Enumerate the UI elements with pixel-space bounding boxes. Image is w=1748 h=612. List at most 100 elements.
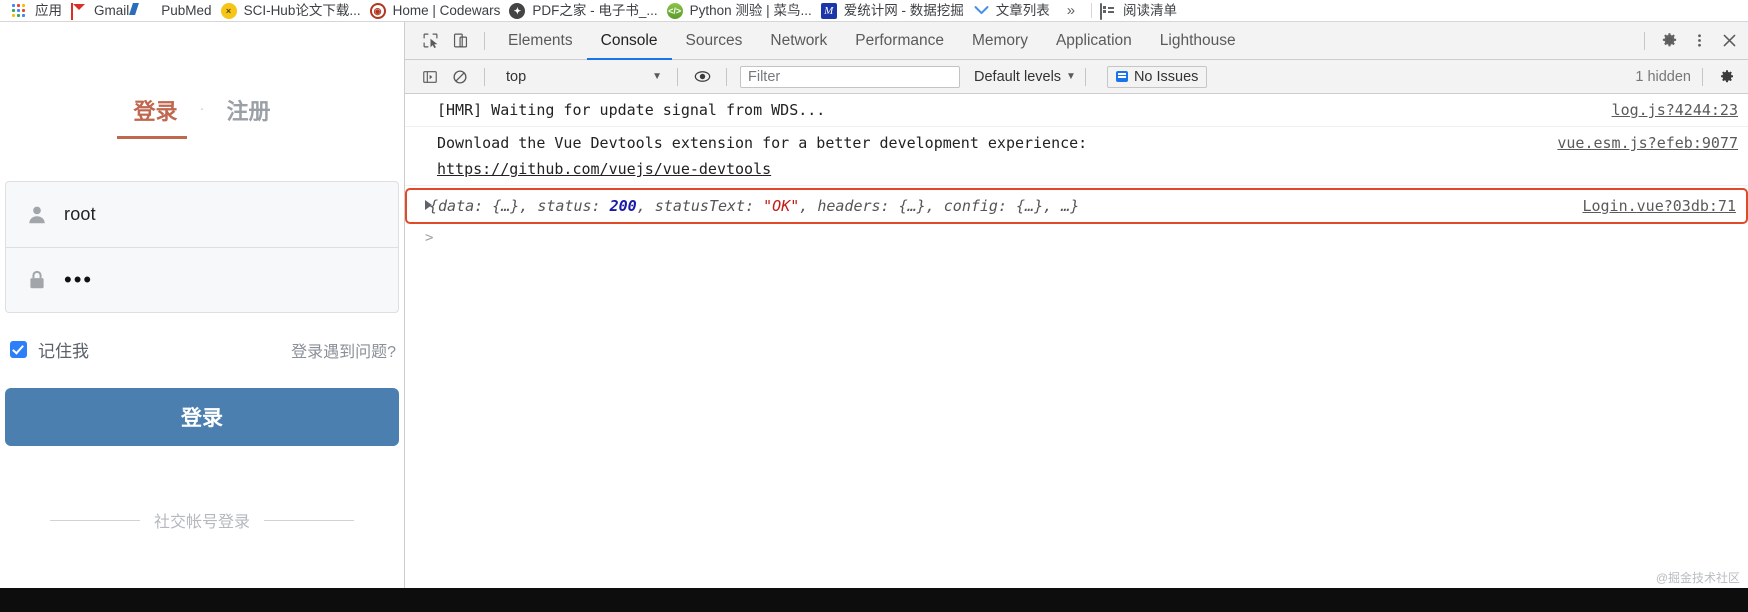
- tab-network[interactable]: Network: [756, 22, 841, 59]
- username-value: root: [64, 204, 96, 224]
- gmail-icon: [71, 2, 88, 20]
- console-sidebar-icon[interactable]: [415, 63, 445, 91]
- pubmed-icon: [138, 2, 155, 19]
- tab-lighthouse[interactable]: Lighthouse: [1146, 22, 1250, 59]
- bookmark-bar: 应用 Gmail PubMed × SCI-Hub论文下载... ◉ Home …: [0, 0, 1748, 22]
- console-message-source[interactable]: Login.vue?03db:71: [1582, 193, 1736, 219]
- console-message-link[interactable]: https://github.com/vuejs/vue-devtools: [437, 160, 771, 178]
- remember-me-group[interactable]: 记住我: [10, 337, 89, 362]
- execution-context-select[interactable]: top ▼: [498, 66, 668, 88]
- issues-label: No Issues: [1133, 68, 1199, 85]
- console-object-message-row[interactable]: {data: {…}, status: 200, statusText: "OK…: [405, 188, 1748, 224]
- filterbar-divider-5: [1702, 67, 1703, 86]
- console-filter-bar: top ▼ Default levels ▼ No Issues: [405, 60, 1748, 94]
- console-settings-gear-icon[interactable]: [1712, 63, 1742, 91]
- active-tab-underline: [117, 136, 187, 139]
- bookmark-gmail[interactable]: Gmail: [69, 1, 136, 21]
- bookmark-overflow-button[interactable]: »: [1057, 2, 1085, 19]
- bookmark-statistics[interactable]: M 爱统计网 - 数据挖掘: [819, 1, 971, 21]
- bottom-black-bar: [0, 588, 1748, 612]
- bookmark-article-list[interactable]: 文章列表: [971, 1, 1057, 21]
- tab-console[interactable]: Console: [586, 22, 672, 60]
- tab-elements[interactable]: Elements: [494, 22, 587, 59]
- clear-console-icon[interactable]: [445, 63, 475, 91]
- credentials-group: root •••: [5, 181, 399, 313]
- console-message-row[interactable]: [HMR] Waiting for update signal from WDS…: [405, 94, 1748, 127]
- tab-register[interactable]: 注册: [205, 94, 293, 126]
- tab-memory[interactable]: Memory: [958, 22, 1042, 59]
- python-icon: </>: [666, 2, 684, 19]
- chevron-down-icon: [973, 2, 990, 19]
- bookmark-label: 爱统计网 - 数据挖掘: [843, 2, 964, 18]
- divider-line-right: [264, 519, 354, 521]
- devtools-panel: Elements Console Sources Network Perform…: [404, 22, 1748, 588]
- object-suffix: , headers: {…}, config: {…}, …}: [799, 197, 1080, 215]
- bookmark-apps[interactable]: 应用: [10, 1, 69, 21]
- login-submit-button[interactable]: 登录: [5, 388, 399, 446]
- apps-grid-icon: [12, 2, 29, 19]
- filterbar-divider-3: [726, 67, 727, 86]
- object-prefix: {data: {…}, status:: [429, 197, 610, 215]
- codewars-icon: ◉: [369, 2, 387, 19]
- issues-icon: [1115, 71, 1128, 82]
- bookmark-python[interactable]: </> Python 测验 | 菜鸟...: [665, 1, 819, 21]
- inspect-element-icon[interactable]: [415, 27, 445, 55]
- object-status-number: 200: [609, 197, 637, 215]
- reading-list-button[interactable]: 阅读清单: [1098, 1, 1184, 21]
- password-field-row[interactable]: •••: [6, 247, 398, 312]
- console-prompt-row[interactable]: >: [405, 224, 1748, 248]
- live-expression-icon[interactable]: [687, 63, 717, 91]
- tab-performance[interactable]: Performance: [841, 22, 958, 59]
- bookmark-divider: [1091, 3, 1093, 18]
- tab-application[interactable]: Application: [1042, 22, 1146, 59]
- divider-line-left: [49, 519, 140, 521]
- login-help-link[interactable]: 登录遇到问题?: [291, 338, 396, 362]
- devtools-tab-list: Elements Console Sources Network Perform…: [494, 22, 1250, 60]
- device-toolbar-icon[interactable]: [445, 27, 475, 55]
- reading-list-icon: [1100, 2, 1117, 20]
- log-levels-label: Default levels: [974, 68, 1062, 85]
- more-vertical-icon[interactable]: [1684, 27, 1714, 55]
- bookmark-label: PDF之家 - 电子书_...: [532, 2, 658, 18]
- close-icon[interactable]: [1714, 27, 1744, 55]
- chevron-down-icon: ▼: [1066, 71, 1076, 82]
- third-party-login-divider: 社交帐号登录: [0, 508, 404, 532]
- log-levels-select[interactable]: Default levels ▼: [974, 69, 1076, 85]
- toolbar-divider: [484, 31, 485, 50]
- bookmark-pubmed[interactable]: PubMed: [136, 1, 218, 21]
- reading-list-label: 阅读清单: [1123, 2, 1178, 18]
- bookmark-scihub[interactable]: × SCI-Hub论文下载...: [219, 1, 368, 21]
- username-field-row[interactable]: root: [6, 182, 398, 247]
- object-mid: , statusText:: [636, 197, 764, 215]
- watermark: @掘金技术社区: [1655, 571, 1740, 585]
- console-message-text: Download the Vue Devtools extension for …: [437, 130, 1537, 182]
- toolbar-divider-right: [1644, 31, 1645, 50]
- object-status-text: "OK": [763, 197, 800, 215]
- filterbar-divider-2: [677, 67, 678, 86]
- console-message-row[interactable]: Download the Vue Devtools extension for …: [405, 127, 1748, 186]
- bookmark-label: 应用: [35, 2, 62, 18]
- remember-me-checkbox[interactable]: [10, 341, 27, 358]
- hidden-messages-count: 1 hidden: [1635, 68, 1691, 85]
- bookmark-label: 文章列表: [995, 2, 1050, 18]
- lock-icon: [24, 269, 50, 291]
- filter-input[interactable]: [740, 65, 960, 88]
- bookmark-label: Python 测验 | 菜鸟...: [689, 2, 812, 18]
- gear-icon[interactable]: [1654, 27, 1684, 55]
- scihub-icon: ×: [220, 2, 238, 19]
- bookmark-codewars[interactable]: ◉ Home | Codewars: [368, 1, 508, 21]
- bookmark-label: PubMed: [161, 2, 212, 18]
- console-message-text: [HMR] Waiting for update signal from WDS…: [437, 101, 826, 119]
- bookmark-pdf[interactable]: ✦ PDF之家 - 电子书_...: [507, 1, 664, 21]
- expand-triangle-icon[interactable]: [425, 200, 432, 210]
- console-message-list[interactable]: [HMR] Waiting for update signal from WDS…: [405, 94, 1748, 588]
- tab-login[interactable]: 登录: [111, 94, 199, 126]
- bookmark-label: Home | Codewars: [392, 2, 501, 18]
- issues-button[interactable]: No Issues: [1106, 65, 1208, 88]
- third-party-login-label: 社交帐号登录: [153, 514, 250, 531]
- console-message-source[interactable]: log.js?4244:23: [1612, 97, 1738, 123]
- console-message-source[interactable]: vue.esm.js?efeb:9077: [1557, 130, 1738, 156]
- execution-context-value: top: [506, 68, 527, 85]
- console-message-body: Download the Vue Devtools extension for …: [437, 134, 1088, 152]
- tab-sources[interactable]: Sources: [672, 22, 757, 59]
